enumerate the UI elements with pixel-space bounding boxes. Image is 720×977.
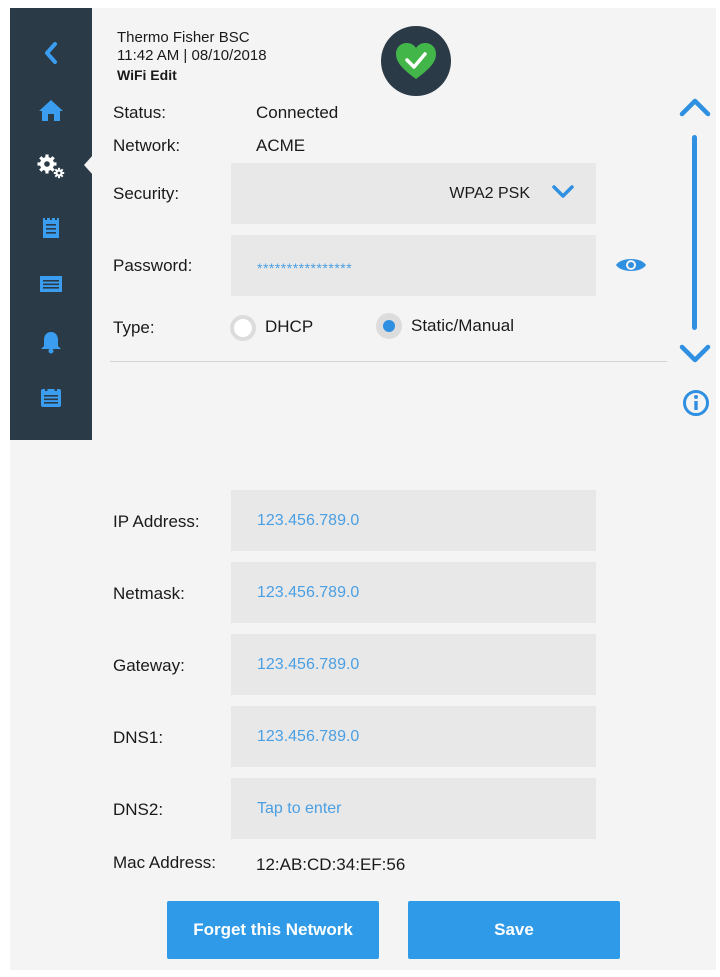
password-label: Password: <box>113 256 193 275</box>
calendar-icon <box>41 387 61 407</box>
device-name: Thermo Fisher BSC <box>117 29 250 46</box>
security-select[interactable]: WPA2 PSK <box>231 163 596 224</box>
radio-dhcp-label[interactable]: DHCP <box>265 317 313 337</box>
dns2-label: DNS2: <box>113 800 164 819</box>
sidebar-item-home[interactable] <box>10 87 92 133</box>
info-icon <box>683 390 709 416</box>
radio-static-label[interactable]: Static/Manual <box>411 316 514 336</box>
radio-dhcp[interactable] <box>230 315 256 341</box>
netmask-value: 123.456.789.0 <box>257 584 360 601</box>
sidebar-item-display[interactable] <box>10 261 92 307</box>
netmask-field[interactable]: 123.456.789.0 <box>231 562 596 623</box>
dns1-value: 123.456.789.0 <box>257 728 360 745</box>
scroll-up-button[interactable] <box>678 96 712 118</box>
screen-icon <box>40 276 62 292</box>
bell-icon <box>41 332 61 354</box>
notepad-icon <box>43 216 59 238</box>
sidebar-item-log[interactable] <box>10 204 92 250</box>
dns2-placeholder: Tap to enter <box>257 800 342 817</box>
info-button[interactable] <box>682 389 710 417</box>
password-field[interactable]: **************** <box>231 235 596 296</box>
time-date: 11:42 AM | 08/10/2018 <box>117 47 267 64</box>
save-button[interactable]: Save <box>408 901 620 959</box>
sidebar-item-settings[interactable] <box>10 143 92 189</box>
scroll-down-button[interactable] <box>678 343 712 365</box>
ip-address-value: 123.456.789.0 <box>257 512 360 529</box>
active-indicator <box>84 155 93 175</box>
show-password-button[interactable] <box>614 254 648 276</box>
chevron-down-icon <box>552 185 574 198</box>
dns1-label: DNS1: <box>113 728 164 747</box>
network-value: ACME <box>256 136 306 155</box>
radio-static[interactable] <box>376 313 402 339</box>
gateway-value: 123.456.789.0 <box>257 656 360 673</box>
security-label: Security: <box>113 184 180 203</box>
sidebar-item-calendar[interactable] <box>10 374 92 420</box>
mac-value: 12:AB:CD:34:EF:56 <box>256 855 406 874</box>
scrollbar-track[interactable] <box>692 135 697 330</box>
chevron-down-icon <box>679 344 711 363</box>
gateway-field[interactable]: 123.456.789.0 <box>231 634 596 695</box>
ip-label: IP Address: <box>113 512 200 531</box>
divider <box>110 361 667 362</box>
network-label: Network: <box>113 136 181 155</box>
status-label: Status: <box>113 103 166 122</box>
dns2-field[interactable]: Tap to enter <box>231 778 596 839</box>
mac-label: Mac Address: <box>113 853 216 872</box>
page-title: WiFi Edit <box>117 67 177 83</box>
gears-icon <box>37 154 65 179</box>
status-indicator[interactable] <box>381 26 451 96</box>
ip-address-field[interactable]: 123.456.789.0 <box>231 490 596 551</box>
chevron-up-icon <box>679 98 711 117</box>
chevron-left-icon <box>45 42 57 64</box>
home-icon <box>39 100 63 121</box>
gateway-label: Gateway: <box>113 656 185 675</box>
type-label: Type: <box>113 318 155 337</box>
forget-network-button[interactable]: Forget this Network <box>167 901 379 959</box>
dns1-field[interactable]: 123.456.789.0 <box>231 706 596 767</box>
eye-icon <box>616 259 646 271</box>
sidebar-item-alarms[interactable] <box>10 319 92 365</box>
netmask-label: Netmask: <box>113 584 185 603</box>
security-value: WPA2 PSK <box>449 185 530 202</box>
back-button[interactable] <box>10 30 92 76</box>
status-value: Connected <box>256 103 339 122</box>
heart-check-icon <box>396 43 436 79</box>
sidebar <box>10 8 92 440</box>
password-value: **************** <box>257 260 353 276</box>
